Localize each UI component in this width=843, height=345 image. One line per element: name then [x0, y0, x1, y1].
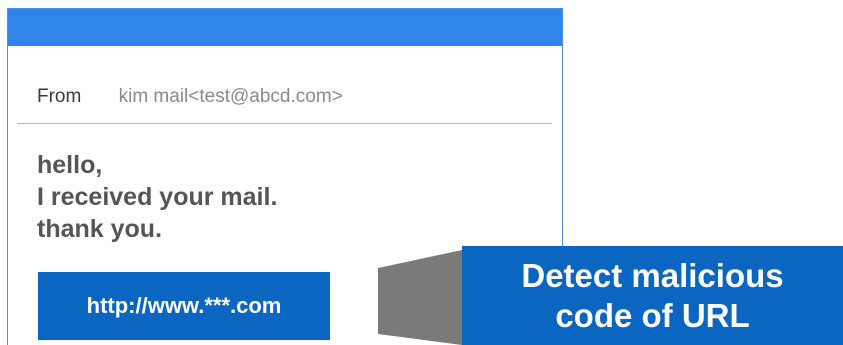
url-link-button[interactable]: http://www.***.com: [38, 272, 330, 340]
mail-titlebar: [8, 9, 562, 46]
body-line-closing: thank you.: [37, 215, 163, 243]
body-line-message: I received your mail.: [37, 183, 278, 211]
header-divider: [17, 123, 552, 124]
mail-body: hello, I received your mail. thank you.: [37, 149, 277, 245]
banner-line-2: code of URL: [555, 296, 750, 334]
sender-address: kim mail<test@abcd.com>: [118, 86, 343, 107]
detect-malicious-banner: Detect malicious code of URL: [462, 246, 843, 345]
body-line-greeting: hello,: [37, 151, 103, 179]
banner-line-1: Detect malicious: [521, 256, 784, 294]
stage: From kim mail<test@abcd.com> hello, I re…: [0, 0, 843, 345]
from-row: From kim mail<test@abcd.com>: [37, 85, 343, 109]
from-label: From: [37, 86, 82, 107]
